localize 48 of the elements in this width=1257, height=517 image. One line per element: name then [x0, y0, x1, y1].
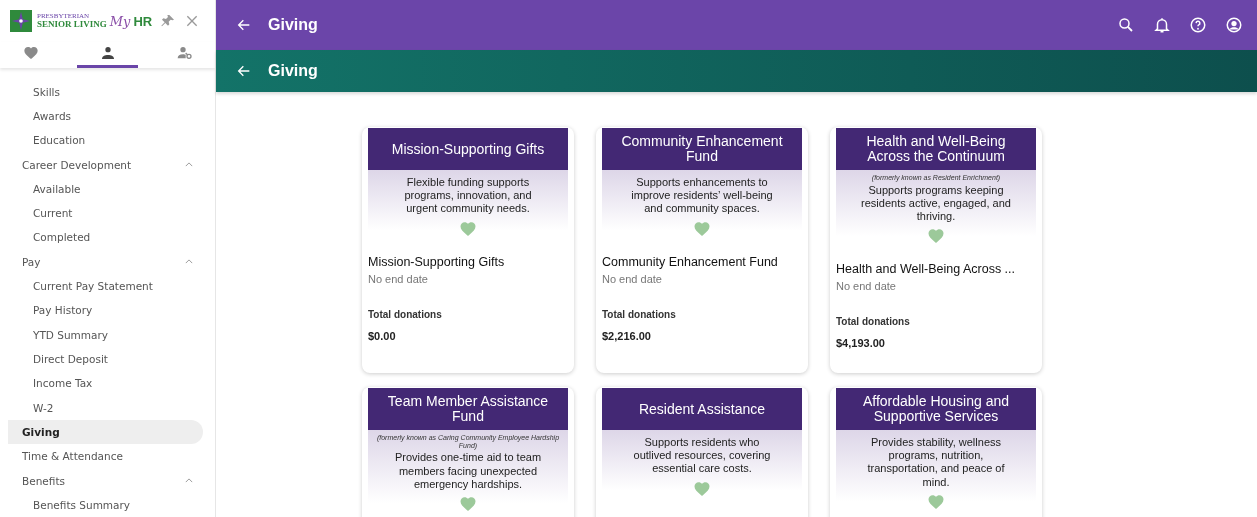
nav-subitem[interactable]: Current [0, 201, 215, 226]
nav-subitem[interactable]: Income Tax [0, 371, 215, 396]
nav-subitem[interactable]: W-2 [0, 395, 215, 420]
nav-subitem[interactable]: YTD Summary [0, 322, 215, 347]
fund-name: Health and Well-Being Across ... [836, 262, 1017, 277]
total-amount: $0.00 [368, 329, 397, 342]
nav-subitem[interactable]: Current Pay Statement [0, 274, 215, 299]
page-title: Giving [268, 16, 318, 34]
end-date: No end date [836, 280, 897, 293]
total-amount: $2,216.00 [602, 329, 652, 342]
fund-name: Mission-Supporting Gifts [368, 254, 506, 269]
banner-description: Provides stability, wellness programs, nutrition, transportation, and peace of mind. [866, 436, 1006, 489]
fund-card[interactable]: Mission-Supporting Gifts Flexible funding supports programs, innovation, and urgent community needs. Mission-Supporting Gifts No end date Total donations $0.00 [362, 127, 574, 373]
banner-description: Flexible funding supports programs, innovation, and urgent community needs. [403, 176, 533, 216]
nav-subitem[interactable]: Pay History [0, 298, 215, 323]
banner-description: Supports residents who outlived resources, covering essential care costs. [632, 436, 772, 476]
banner-title: Mission-Supporting Gifts [368, 128, 568, 170]
nav-item[interactable]: Career Development [0, 152, 215, 177]
end-date: No end date [368, 272, 429, 285]
banner-description: Supports programs keeping residents active, engaged, and thriving. [861, 183, 1011, 224]
banner-description: Supports enhancements to improve residents’ well-being and community spaces. [630, 176, 774, 216]
nav-subitem[interactable]: Benefits Summary [0, 492, 215, 517]
total-label: Total donations [602, 308, 677, 320]
nav-subitem[interactable]: Completed [0, 225, 215, 250]
fund-card[interactable]: Community Enhancement Fund Supports enhancements to improve residents’ well-being and community spaces. Community Enhancement Fund No end date Total donations $2,216.00 [596, 127, 808, 373]
nav-subitem[interactable]: Available [0, 176, 215, 202]
nav-subitem[interactable]: Skills [0, 79, 215, 104]
banner-title: Affordable Housing and Supportive Services [836, 388, 1036, 430]
total-label: Total donations [368, 308, 443, 320]
fund-card[interactable]: Affordable Housing and Supportive Services Provides stability, wellness programs, nutrition, transportation, and peace of mind. [830, 387, 1042, 517]
total-amount: $4,193.00 [836, 337, 886, 350]
nav-item[interactable]: Time & Attendance [0, 444, 215, 469]
banner-title: Resident Assistance [602, 388, 802, 430]
nav-subitem[interactable]: Direct Deposit [0, 346, 215, 372]
banner-title: Health and Well-Being Across the Continuum [836, 128, 1036, 170]
banner-description: Provides one-time aid to team members facing unexpected emergency hardships. [393, 451, 543, 491]
nav-item[interactable]: Giving [8, 419, 203, 445]
section-title: Giving [268, 62, 318, 80]
fund-card[interactable]: Resident Assistance Supports residents who outlived resources, covering essential care costs. [596, 387, 808, 517]
banner-title: Community Enhancement Fund [602, 128, 802, 170]
nav-subitem[interactable]: Education [0, 128, 215, 153]
total-label: Total donations [836, 316, 911, 328]
nav-item[interactable]: Pay [0, 249, 215, 275]
fund-name: Community Enhancement Fund [602, 254, 779, 269]
nav-item[interactable]: Benefits [0, 468, 215, 493]
banner-title: Team Member Assistance Fund [368, 388, 568, 430]
nav-subitem[interactable]: Awards [0, 103, 215, 129]
end-date: No end date [602, 272, 663, 285]
